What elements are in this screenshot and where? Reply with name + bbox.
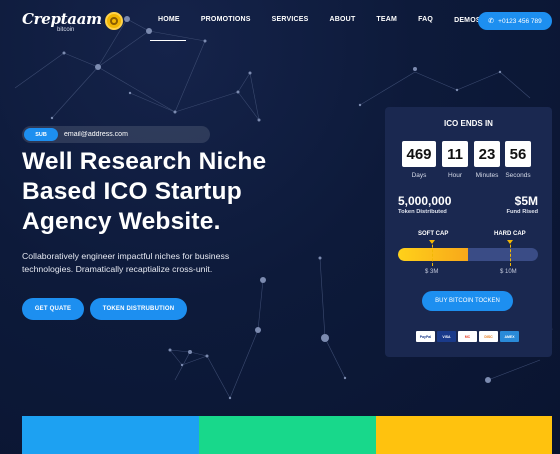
payment-methods: PayPal VISA MC DISC AMEX (416, 331, 521, 342)
nav-item-demos-label: DEMOS (454, 17, 481, 24)
email-input[interactable] (64, 131, 204, 138)
nav-item-about[interactable]: ABOUT (330, 16, 356, 24)
phone-icon: ✆ (488, 18, 495, 25)
feature-strip-blue (22, 416, 199, 454)
tokens-distributed-value: 5,000,000 (398, 194, 452, 208)
hero-title-line-2: Based ICO Startup (22, 178, 242, 205)
nav-item-home[interactable]: HOME (150, 16, 186, 41)
token-distribution-button[interactable]: TOKEN DISTRUBUTION (90, 298, 187, 320)
brand-tagline: bitcoin (57, 27, 75, 33)
soft-cap-label: SOFT CAP (418, 231, 449, 237)
countdown-hours-label: Hour (447, 172, 463, 179)
hard-cap-arrow-icon (507, 240, 513, 244)
bitcoin-coin-icon (104, 12, 123, 30)
countdown-days-label: Days (411, 172, 427, 179)
nav-item-promotions[interactable]: PROMOTIONS (201, 16, 251, 24)
countdown-days: 469 (402, 141, 436, 167)
main-nav: HOME PROMOTIONS SERVICES ABOUT TEAM FAQ … (150, 16, 510, 41)
hero-title-line-3: Agency Website. (22, 208, 221, 235)
buy-token-button[interactable]: BUY BITCOIN TOCKEN (422, 291, 513, 311)
hard-cap-amount: $ 10M (500, 269, 517, 275)
ico-countdown-card: ICO ENDS IN 469 11 23 56 Days Hour Minut… (385, 107, 552, 357)
soft-cap-amount: $ 3M (425, 269, 439, 275)
nav-item-services[interactable]: SERVICES (272, 16, 309, 24)
discover-icon: DISC (479, 331, 498, 342)
countdown-minutes-label: Minutes (475, 172, 499, 179)
phone-number: +0123 456 789 (498, 17, 542, 25)
fund-raised-label: Fund Rised (506, 209, 538, 215)
hard-cap-label: HARD CAP (494, 231, 526, 237)
countdown-seconds: 56 (505, 141, 531, 167)
feature-strip-yellow (376, 416, 552, 454)
paypal-icon: PayPal (416, 331, 435, 342)
countdown-seconds-label: Seconds (505, 172, 531, 179)
get-quote-button[interactable]: GET QUATE (22, 298, 84, 320)
brand-name: Creptaam (22, 10, 102, 28)
ico-progress-bar (398, 248, 538, 261)
mastercard-icon: MC (458, 331, 477, 342)
hero-description: Collaboratively engineer impactful niche… (22, 251, 230, 274)
visa-icon: VISA (437, 331, 456, 342)
nav-item-team[interactable]: TEAM (376, 16, 397, 24)
phone-button[interactable]: ✆ +0123 456 789 (478, 12, 552, 30)
subscribe-button[interactable]: SUB (24, 128, 58, 141)
hero-title: Well Research Niche Based ICO Startup Ag… (22, 147, 322, 237)
ico-title: ICO ENDS IN (444, 119, 493, 128)
soft-cap-arrow-icon (429, 240, 435, 244)
amex-icon: AMEX (500, 331, 519, 342)
ico-progress-fill (398, 248, 468, 261)
tokens-distributed-label: Token Distributed (398, 209, 447, 215)
nav-item-faq[interactable]: FAQ (418, 16, 433, 24)
countdown-hours: 11 (442, 141, 468, 167)
subscribe-form: SUB (22, 126, 210, 143)
brand-logo[interactable]: Creptaam bitcoin (22, 10, 123, 33)
countdown-minutes: 23 (474, 141, 500, 167)
feature-strip-green (199, 416, 376, 454)
fund-raised-value: $5M (514, 194, 538, 208)
hero-title-line-1: Well Research Niche (22, 148, 267, 175)
